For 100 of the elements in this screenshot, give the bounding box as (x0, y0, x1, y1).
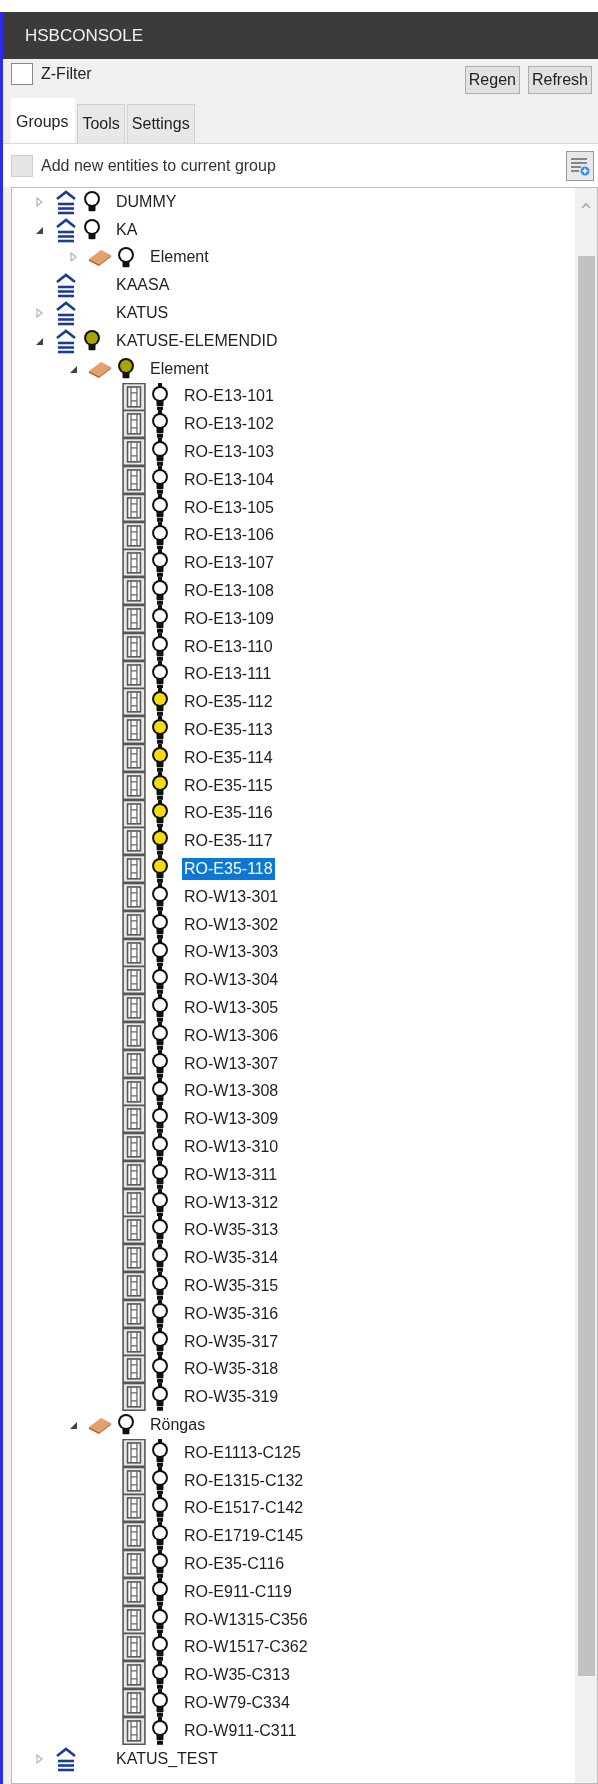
frame-icon (122, 1383, 146, 1412)
tree-item[interactable]: RO-E1113-C125 (182, 1441, 303, 1464)
group-icon (54, 1745, 78, 1772)
tree-item[interactable]: RO-E35-117 (182, 830, 275, 853)
tree-item[interactable]: RO-W1315-C356 (182, 1608, 310, 1631)
tree-item[interactable]: Element (148, 246, 211, 269)
tree-item[interactable]: RO-W13-311 (182, 1163, 280, 1186)
tree-item[interactable]: RO-W13-304 (182, 969, 281, 992)
tree-item[interactable]: RO-E13-109 (182, 607, 276, 630)
tree-item[interactable]: RO-E1517-C142 (182, 1497, 306, 1520)
bulb-icon (150, 1299, 170, 1328)
frame-icon (122, 549, 146, 578)
tree-item[interactable]: RO-E1719-C145 (182, 1525, 306, 1548)
bulb-icon (150, 521, 170, 550)
tree-item[interactable]: RO-W35-314 (182, 1247, 281, 1270)
bulb-icon (150, 910, 170, 939)
bulb-icon (150, 1383, 170, 1412)
tree-item[interactable]: RO-E35-115 (182, 774, 275, 797)
frame-icon (122, 1299, 146, 1328)
bulb-icon (150, 493, 170, 522)
tree-item[interactable]: RO-W13-312 (182, 1191, 281, 1214)
add-list-icon[interactable] (566, 150, 594, 181)
group-icon (54, 300, 78, 327)
frame-icon (122, 577, 146, 605)
tree-item[interactable]: RO-W35-319 (182, 1386, 281, 1409)
tree-item[interactable]: RO-E13-102 (182, 413, 276, 436)
frame-icon (122, 743, 146, 772)
tree-item[interactable]: KA (114, 218, 140, 241)
scrollbar[interactable] (575, 188, 597, 1783)
bulb-icon (150, 604, 170, 633)
frame-icon (122, 1605, 146, 1634)
group-icon (54, 188, 78, 215)
frame-icon (122, 938, 146, 967)
tree-item[interactable]: DUMMY (114, 190, 179, 213)
tab[interactable]: Tools (77, 104, 125, 143)
tree-item[interactable]: RO-E13-101 (182, 385, 276, 408)
toolbar-button[interactable]: Refresh (527, 66, 592, 94)
tree-item[interactable]: RO-E35-C116 (182, 1552, 287, 1575)
tree-item[interactable]: RO-W911-C311 (182, 1719, 299, 1742)
tree-item[interactable]: RO-W13-303 (182, 941, 281, 964)
tree-item[interactable]: RO-W13-301 (182, 885, 281, 908)
tree-item[interactable]: RO-W1517-C362 (182, 1636, 310, 1659)
tree-item[interactable]: RO-E13-105 (182, 496, 276, 519)
frame-icon (122, 1577, 146, 1606)
bulb-icon (150, 855, 170, 883)
toolbar-button[interactable]: Regen (464, 66, 520, 94)
tree-item[interactable]: Röngas (148, 1413, 208, 1436)
tree-item[interactable]: KAASA (114, 274, 172, 297)
tree-item[interactable]: RO-E13-107 (182, 552, 276, 575)
bulb-icon (150, 1216, 170, 1245)
tree-item[interactable]: RO-E35-118 (182, 858, 275, 880)
tree-item[interactable]: RO-E13-106 (182, 524, 276, 547)
frame-icon (122, 1272, 146, 1300)
tree-item[interactable]: RO-E13-104 (182, 468, 276, 491)
frame-icon (122, 410, 146, 439)
frame-icon (122, 1077, 146, 1106)
tree-item[interactable]: RO-E35-113 (182, 719, 275, 742)
tree-item[interactable]: RO-W35-316 (182, 1302, 281, 1325)
tree-item[interactable]: RO-W13-310 (182, 1136, 281, 1158)
checkbox[interactable] (11, 63, 33, 85)
tree-item[interactable]: RO-W35-317 (182, 1330, 281, 1353)
frame-icon (122, 1160, 146, 1189)
tree-item[interactable]: RO-W35-313 (182, 1219, 281, 1242)
frame-icon (122, 1327, 146, 1356)
tree-item[interactable]: RO-W13-302 (182, 913, 281, 936)
tree-item[interactable]: RO-W13-308 (182, 1080, 281, 1103)
tree-item[interactable]: RO-W13-306 (182, 1024, 281, 1047)
tree-item[interactable]: RO-W13-305 (182, 997, 281, 1019)
tree-item[interactable]: RO-E13-111 (182, 663, 274, 686)
tree-item[interactable]: RO-E13-110 (182, 635, 275, 658)
tree-item[interactable]: Element (148, 357, 211, 380)
bulb-icon (150, 1577, 170, 1606)
tree-item[interactable]: RO-W13-307 (182, 1052, 281, 1075)
tree-item[interactable]: KATUS_TEST (114, 1747, 220, 1770)
bulb-icon (150, 1049, 170, 1078)
tab[interactable]: Groups (11, 98, 76, 143)
tree-item[interactable]: RO-E35-112 (182, 691, 275, 714)
tab[interactable]: Settings (126, 104, 195, 143)
frame-icon (122, 493, 146, 522)
group-icon (54, 216, 78, 243)
tree-item[interactable]: RO-E13-108 (182, 580, 276, 603)
frame-icon (122, 688, 146, 717)
tree-item[interactable]: RO-E35-114 (182, 746, 275, 769)
bulb-icon (150, 1355, 170, 1384)
tree-item[interactable]: RO-W79-C334 (182, 1691, 292, 1714)
tree-item[interactable]: RO-W35-C313 (182, 1664, 292, 1687)
tree-item[interactable]: RO-W35-318 (182, 1358, 281, 1381)
bulb-icon (150, 1105, 170, 1134)
tree-item[interactable]: RO-W13-309 (182, 1108, 281, 1131)
bulb-icon (150, 938, 170, 967)
frame-icon (122, 465, 146, 494)
tree-item[interactable]: RO-E13-103 (182, 441, 276, 464)
tree-item[interactable]: KATUSE-ELEMENDID (114, 329, 280, 352)
tree-item[interactable]: RO-E35-116 (182, 802, 275, 825)
tree-item[interactable]: RO-W35-315 (182, 1274, 281, 1297)
tree-item[interactable]: KATUS (114, 302, 171, 325)
bulb-icon (150, 438, 170, 466)
tree-item[interactable]: RO-E911-C119 (182, 1580, 294, 1603)
tree-item[interactable]: RO-E1315-C132 (182, 1469, 306, 1492)
bulb-icon (150, 1522, 170, 1551)
